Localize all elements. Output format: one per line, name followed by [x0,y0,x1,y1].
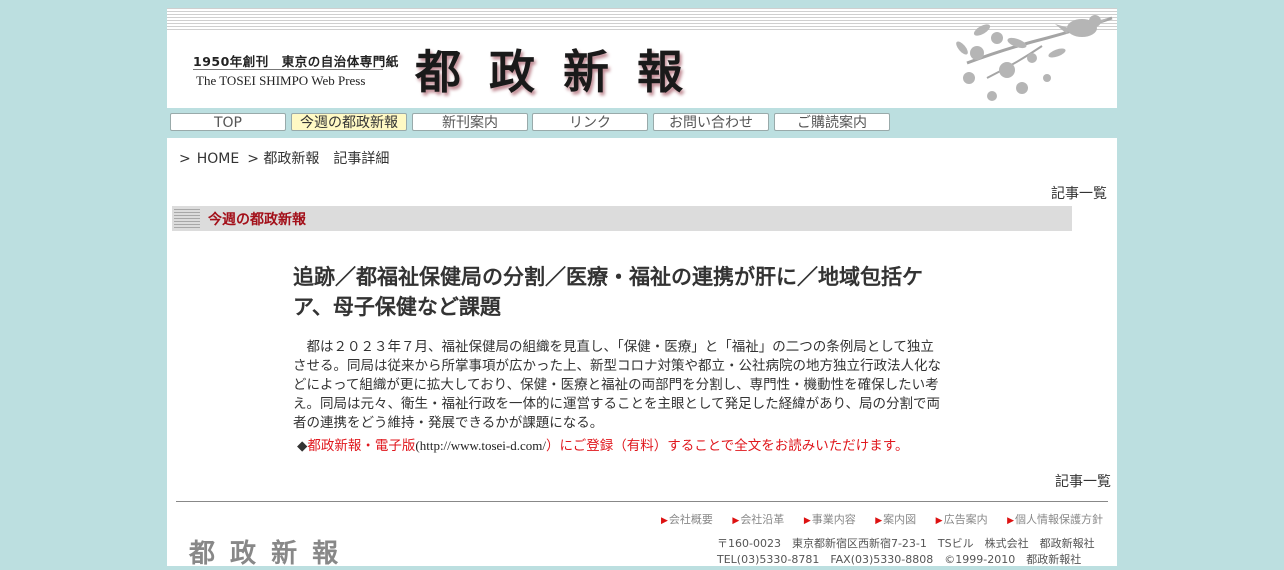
triangle-right-icon: ▶ [660,516,668,526]
subscribe-notice: ◆都政新報・電子版(http://www.tosei-d.com/）にご登録（有… [297,434,908,454]
main-content: > HOME > 都政新報 記事詳細 記事一覧 今週の都政新報 追跡／都福祉保健局の… [167,138,1117,569]
footer-link-history[interactable]: ▶会社沿革 [732,513,784,526]
article-title: 追跡／都福祉保健局の分割／医療・福祉の連携が肝に／地域包括ケア、母子保健など課題 [293,265,923,319]
header-tagline-en: The TOSEI SHIMPO Web Press [196,73,366,88]
nav-contact[interactable]: お問い合わせ [653,113,769,131]
triangle-right-icon: ▶ [1007,516,1014,526]
triangle-right-icon: ▶ [935,516,943,526]
nav-subscription[interactable]: ご購読案内 [774,113,890,131]
nav-top[interactable]: TOP [170,113,286,131]
digital-edition-url[interactable]: (http://www.tosei-d.com/ [415,438,546,453]
footer-logo: 都 政 新 報 [189,539,342,569]
subscribe-text: ）にご登録（有料）することで全文をお読みいただけます。 [545,438,909,454]
triangle-right-icon: ▶ [732,516,740,526]
breadcrumb-home-link[interactable]: HOME [197,151,239,167]
footer-link-advertising[interactable]: ▶広告案内 [936,513,988,526]
article-body: 都は２０２３年７月、福祉保健局の組織を見直し、「保健・医療」と「福祉」の二つの条… [293,339,941,431]
nav-new-books[interactable]: 新刊案内 [412,113,528,131]
diamond-bullet-icon: ◆ [297,438,308,454]
footer-address: 〒160-0023 東京都新宿区西新宿7-23-1 TSビル 株式会社 都政新報… [717,536,1095,568]
tagline-divider [193,69,383,70]
footer-divider [176,501,1108,502]
site-header: 1950年創刊 東京の自治体専門紙 The TOSEI SHIMPO Web P… [167,8,1117,108]
triangle-right-icon: ▶ [803,516,811,526]
footer-link-company[interactable]: ▶会社概要 [661,513,713,526]
triangle-right-icon: ▶ [875,516,883,526]
bird-branch-icon [956,15,1113,101]
site-logo[interactable]: 都 政 新 報 [415,36,689,102]
article-list-link-top[interactable]: 記事一覧 [1051,183,1107,203]
footer-link-privacy[interactable]: ▶個人情報保護方針 [1007,513,1103,526]
breadcrumb-separator: > [179,151,191,167]
header-tagline-ja: 1950年創刊 東京の自治体専門紙 [193,54,399,69]
breadcrumb: > HOME > 都政新報 記事詳細 [179,148,389,168]
article-list-link-bottom[interactable]: 記事一覧 [1055,471,1111,491]
nav-this-week[interactable]: 今週の都政新報 [291,113,407,131]
breadcrumb-current: > 都政新報 記事詳細 [247,151,390,167]
page-container: 1950年創刊 東京の自治体専門紙 The TOSEI SHIMPO Web P… [167,8,1117,569]
digital-edition-link[interactable]: 都政新報・電子版 [307,438,415,454]
footer-link-map[interactable]: ▶案内図 [875,513,916,526]
section-header: 今週の都政新報 [172,206,1072,231]
footer-link-business[interactable]: ▶事業内容 [804,513,856,526]
main-nav: TOP 今週の都政新報 新刊案内 リンク お問い合わせ ご購読案内 [167,112,1117,134]
nav-links[interactable]: リンク [532,113,648,131]
footer-address-line1: 〒160-0023 東京都新宿区西新宿7-23-1 TSビル 株式会社 都政新報… [717,537,1095,550]
section-title: 今週の都政新報 [208,212,306,228]
section-stripes-icon [174,209,200,228]
footer-links: ▶会社概要 ▶会社沿革 ▶事業内容 ▶案内図 ▶広告案内 ▶個人情報保護方針 [645,511,1103,527]
